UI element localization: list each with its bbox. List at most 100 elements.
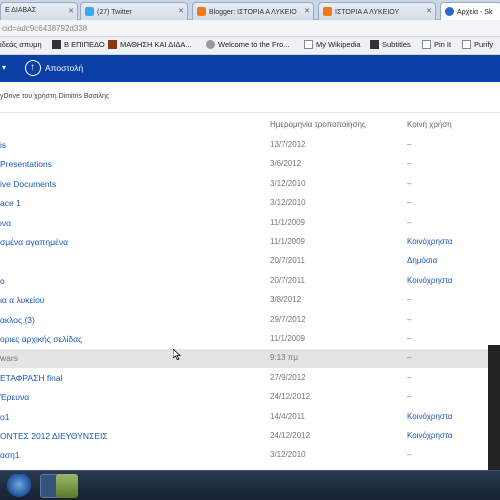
browser-tab[interactable]: Ε ΔΙΑΒΑΣ ✕ bbox=[0, 2, 78, 20]
file-row[interactable]: o1 14/4/2011 Κοινόχρηστα bbox=[0, 408, 500, 427]
bookmark-label: Pin It bbox=[434, 40, 452, 49]
close-icon[interactable]: ✕ bbox=[178, 7, 184, 15]
start-button[interactable] bbox=[4, 474, 34, 498]
file-date: 24/12/2012 bbox=[270, 431, 311, 440]
file-date: 3/12/2010 bbox=[270, 178, 306, 188]
bookmark-item[interactable]: Subtitles bbox=[370, 40, 411, 49]
file-name-link[interactable]: ΟΝΤΕΣ 2012 ΔΙΕΥΘΥΝΣΕΙΣ bbox=[0, 431, 108, 441]
file-name-link[interactable]: Έρευνα bbox=[0, 392, 29, 402]
file-row[interactable]: is 13/7/2012 – bbox=[0, 136, 500, 155]
bookmark-label: My Wikipedia bbox=[316, 40, 361, 49]
file-date: 3/6/2012 bbox=[270, 159, 302, 169]
file-row[interactable]: ace 1 3/12/2010 – bbox=[0, 194, 500, 213]
file-sharing-status: – bbox=[407, 372, 412, 382]
file-date: 29/7/2012 bbox=[270, 314, 306, 324]
file-row[interactable]: Presentations 3/6/2012 – bbox=[0, 155, 500, 174]
column-header-sharing[interactable]: Κοινή χρήση bbox=[407, 120, 452, 129]
file-date: 3/8/2012 bbox=[270, 295, 302, 305]
browser-tab-strip: Ε ΔΙΑΒΑΣ ✕ (27) Twitter ✕ Blogger: ΙΣΤΟΡ… bbox=[0, 0, 500, 20]
file-row[interactable]: ΟΝΤΕΣ 2012 ΔΙΕΥΘΥΝΣΕΙΣ 24/12/2012 Κοινόχρη… bbox=[0, 427, 500, 446]
file-name-link[interactable]: Presentations bbox=[0, 159, 52, 169]
file-name-link[interactable]: σμένα αγαπημένα bbox=[0, 237, 68, 247]
file-name-link[interactable]: ακλος (3) bbox=[0, 315, 35, 325]
file-name-link[interactable]: ια α λυκείου bbox=[0, 295, 44, 305]
tab-label: Blogger: ΙΣΤΟΡΙΑ Α ΛΥΚΕΙΟ bbox=[209, 9, 297, 16]
bookmark-item[interactable]: ΜΑΘΗΣΗ ΚΑΙ ΔΙΔΑ... bbox=[108, 40, 192, 49]
page-icon bbox=[462, 40, 471, 49]
page-icon bbox=[304, 40, 313, 49]
file-name-link[interactable]: is bbox=[0, 140, 6, 150]
bookmark-label: Welcome to the Fro... bbox=[218, 40, 290, 49]
bookmark-label: ΜΑΘΗΣΗ ΚΑΙ ΔΙΔΑ... bbox=[120, 40, 192, 49]
divider bbox=[0, 112, 500, 113]
file-name-link[interactable]: o1 bbox=[0, 412, 9, 422]
cloud-icon bbox=[445, 7, 454, 16]
file-row[interactable]: αση1 3/12/2010 – bbox=[0, 446, 500, 465]
globe-icon bbox=[206, 40, 215, 49]
bookmarks-bar: ιδεάς σπυμη Β ΕΠΙΠΕΔΟ ΜΑΘΗΣΗ ΚΑΙ ΔΙΔΑ...… bbox=[0, 37, 500, 55]
file-sharing-status[interactable]: Κοινόχρηστα bbox=[407, 412, 453, 421]
bookmark-item[interactable]: Welcome to the Fro... bbox=[206, 40, 290, 49]
breadcrumb: yDrive του χρήστη Dimitris Βασιλης bbox=[0, 93, 110, 100]
file-row[interactable]: 20/7/2011 Δημόσια bbox=[0, 252, 500, 271]
file-sharing-status: – bbox=[407, 178, 412, 188]
browser-tab-active[interactable]: Αρχεία - Sk bbox=[440, 2, 500, 20]
bookmark-item[interactable]: ιδεάς σπυμη bbox=[0, 40, 42, 49]
close-icon[interactable]: ✕ bbox=[426, 7, 432, 15]
tab-label: Αρχεία - Sk bbox=[457, 9, 493, 16]
share-button[interactable]: Αποστολή bbox=[45, 63, 83, 73]
close-icon[interactable]: ✕ bbox=[304, 7, 310, 15]
browser-tab[interactable]: ΙΣΤΟΡΙΑ Α ΛΥΚΕΙΟΥ ✕ bbox=[318, 2, 436, 20]
app-taskbar-icon[interactable] bbox=[56, 474, 78, 498]
folder-icon bbox=[52, 40, 61, 49]
mouse-cursor-icon bbox=[173, 349, 181, 360]
chevron-down-icon[interactable]: ▾ bbox=[2, 63, 6, 72]
file-row[interactable]: wars 9:13 πμ – bbox=[0, 349, 500, 369]
file-sharing-status[interactable]: Κοινόχρηστα bbox=[407, 237, 453, 246]
file-row[interactable]: ακλος (3) 29/7/2012 – bbox=[0, 311, 500, 330]
file-sharing-status: – bbox=[407, 159, 412, 169]
address-bar[interactable]: cid=adc9c6438792d338 bbox=[0, 20, 500, 37]
file-name-link[interactable]: ινα bbox=[0, 218, 11, 228]
file-row[interactable]: Έρευνα 24/12/2012 – bbox=[0, 388, 500, 407]
file-date: 9:13 πμ bbox=[270, 353, 298, 363]
file-date: 11/1/2009 bbox=[270, 237, 305, 246]
file-row[interactable]: ΕΤΑΦΡΑΣΗ final 27/9/2012 – bbox=[0, 369, 500, 388]
bookmark-item[interactable]: Pin It bbox=[422, 40, 451, 49]
file-name-link[interactable]: o bbox=[0, 276, 5, 286]
close-icon[interactable]: ✕ bbox=[68, 7, 74, 15]
file-sharing-status[interactable]: Δημόσια bbox=[407, 256, 437, 265]
file-row[interactable]: οριες αρχικής σελίδας 11/1/2009 – bbox=[0, 330, 500, 349]
file-row[interactable]: ive Documents 3/12/2010 – bbox=[0, 175, 500, 194]
file-name-link[interactable]: οριες αρχικής σελίδας bbox=[0, 334, 82, 344]
bookmark-item[interactable]: My Wikipedia bbox=[304, 40, 361, 49]
file-date: 20/7/2011 bbox=[270, 256, 305, 266]
url-text: cid=adc9c6438792d338 bbox=[2, 24, 88, 33]
bookmark-label: Purify bbox=[474, 40, 494, 49]
file-name-link[interactable]: ΕΤΑΦΡΑΣΗ final bbox=[0, 373, 63, 383]
file-sharing-status: – bbox=[407, 450, 412, 460]
file-date: 24/12/2012 bbox=[270, 392, 311, 402]
file-row[interactable]: o 20/7/2011 Κοινόχρηστα bbox=[0, 272, 500, 291]
browser-tab[interactable]: Blogger: ΙΣΤΟΡΙΑ Α ΛΥΚΕΙΟ ✕ bbox=[192, 2, 314, 20]
file-name-link[interactable]: ive Documents bbox=[0, 179, 56, 189]
file-date: 3/12/2010 bbox=[270, 450, 306, 460]
file-date: 11/1/2009 bbox=[270, 217, 305, 227]
file-name-link[interactable]: wars bbox=[0, 353, 18, 363]
file-sharing-status[interactable]: Κοινόχρηστα bbox=[407, 276, 453, 285]
file-row[interactable]: σμένα αγαπημένα 11/1/2009 Κοινόχρηστα bbox=[0, 233, 500, 252]
file-sharing-status[interactable]: Κοινόχρηστα bbox=[407, 431, 453, 440]
file-name-link[interactable]: αση1 bbox=[0, 450, 20, 460]
bookmark-item[interactable]: Β ΕΠΙΠΕΔΟ bbox=[52, 40, 105, 49]
browser-tab[interactable]: (27) Twitter ✕ bbox=[80, 2, 188, 20]
file-row[interactable]: ινα 11/1/2009 – bbox=[0, 214, 500, 233]
file-sharing-status: – bbox=[407, 198, 412, 208]
file-name-link[interactable]: ace 1 bbox=[0, 198, 21, 208]
webcam-overlay bbox=[488, 345, 500, 470]
share-icon[interactable]: ↑ bbox=[25, 60, 41, 76]
blogger-icon bbox=[197, 7, 206, 16]
column-header-date[interactable]: Ημερομηνία τροποποίησης bbox=[270, 120, 366, 129]
bookmark-item[interactable]: Purify bbox=[462, 40, 493, 49]
file-row[interactable]: ια α λυκείου 3/8/2012 – bbox=[0, 291, 500, 310]
file-sharing-status: – bbox=[407, 353, 412, 363]
